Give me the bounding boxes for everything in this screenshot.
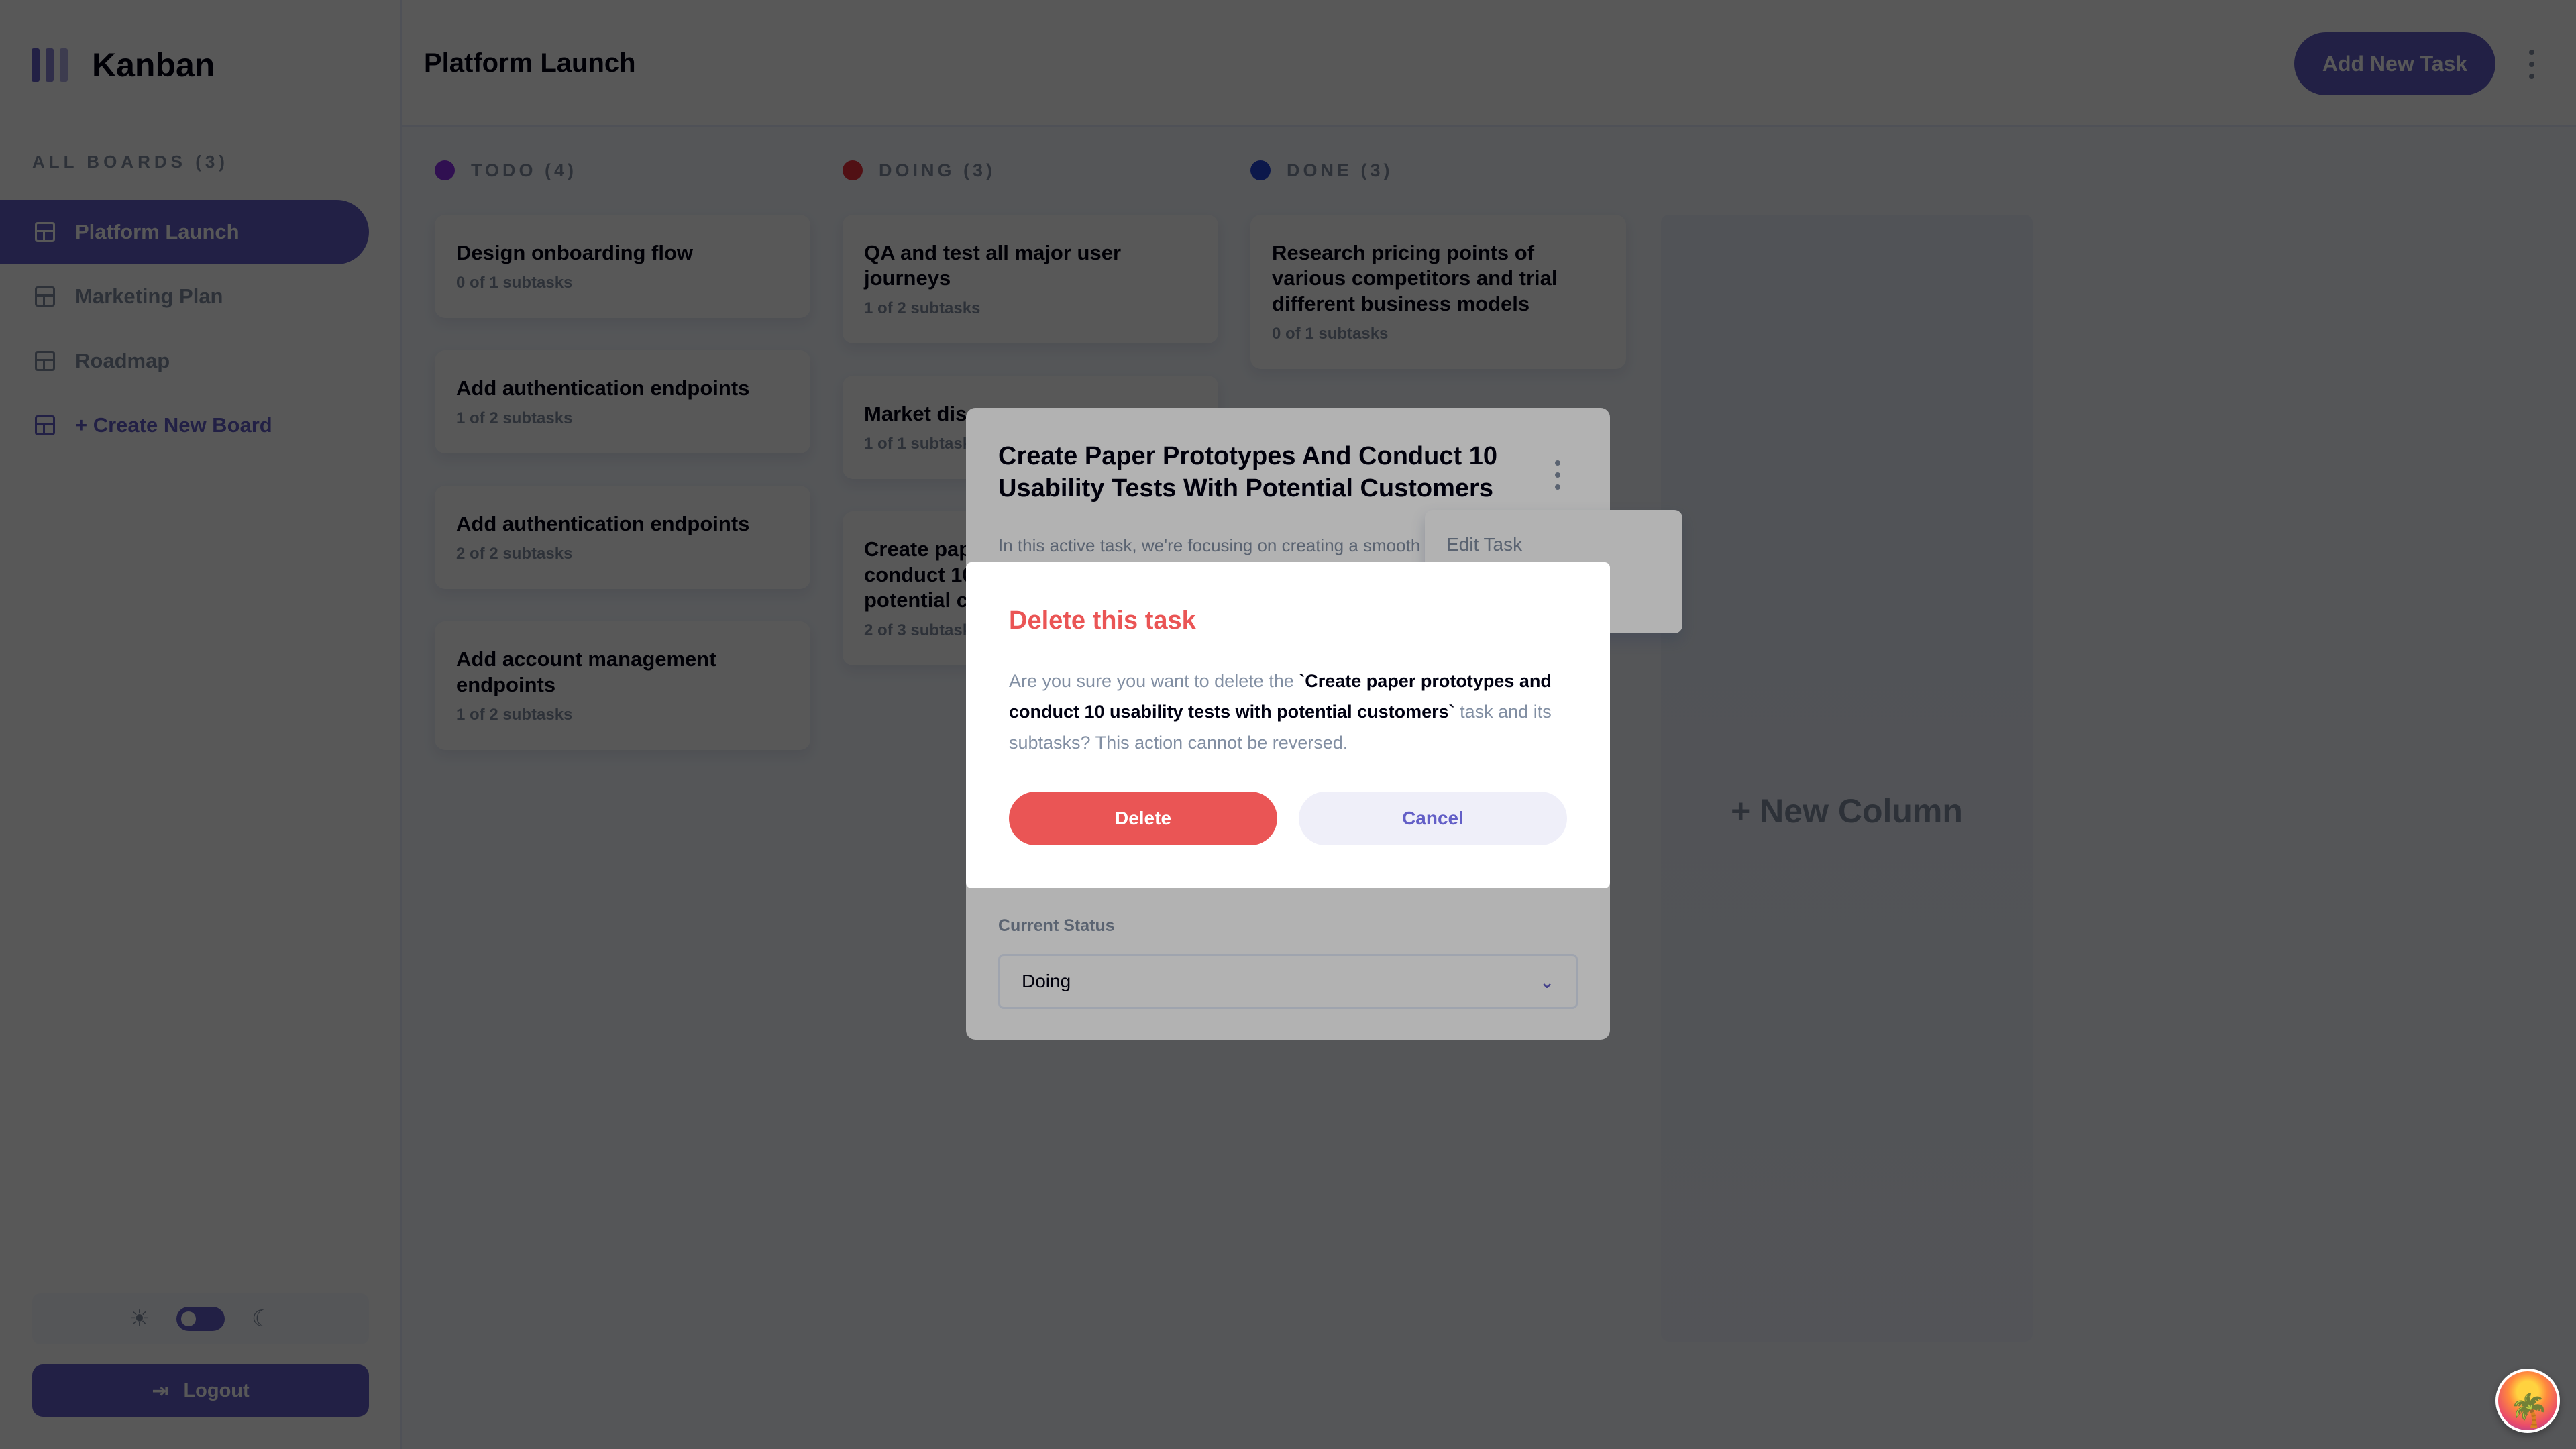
delete-task-modal: Delete this task Are you sure you want t… xyxy=(966,562,1610,888)
delete-button[interactable]: Delete xyxy=(1009,792,1277,845)
delete-modal-message: Are you sure you want to delete the `Cre… xyxy=(1009,665,1572,758)
avatar[interactable]: 🌴 xyxy=(2496,1368,2560,1433)
palm-tree-icon: 🌴 xyxy=(2509,1393,2549,1429)
cancel-button[interactable]: Cancel xyxy=(1299,792,1567,845)
delete-modal-title: Delete this task xyxy=(1009,606,1196,635)
message-prefix: Are you sure you want to delete the xyxy=(1009,671,1299,691)
